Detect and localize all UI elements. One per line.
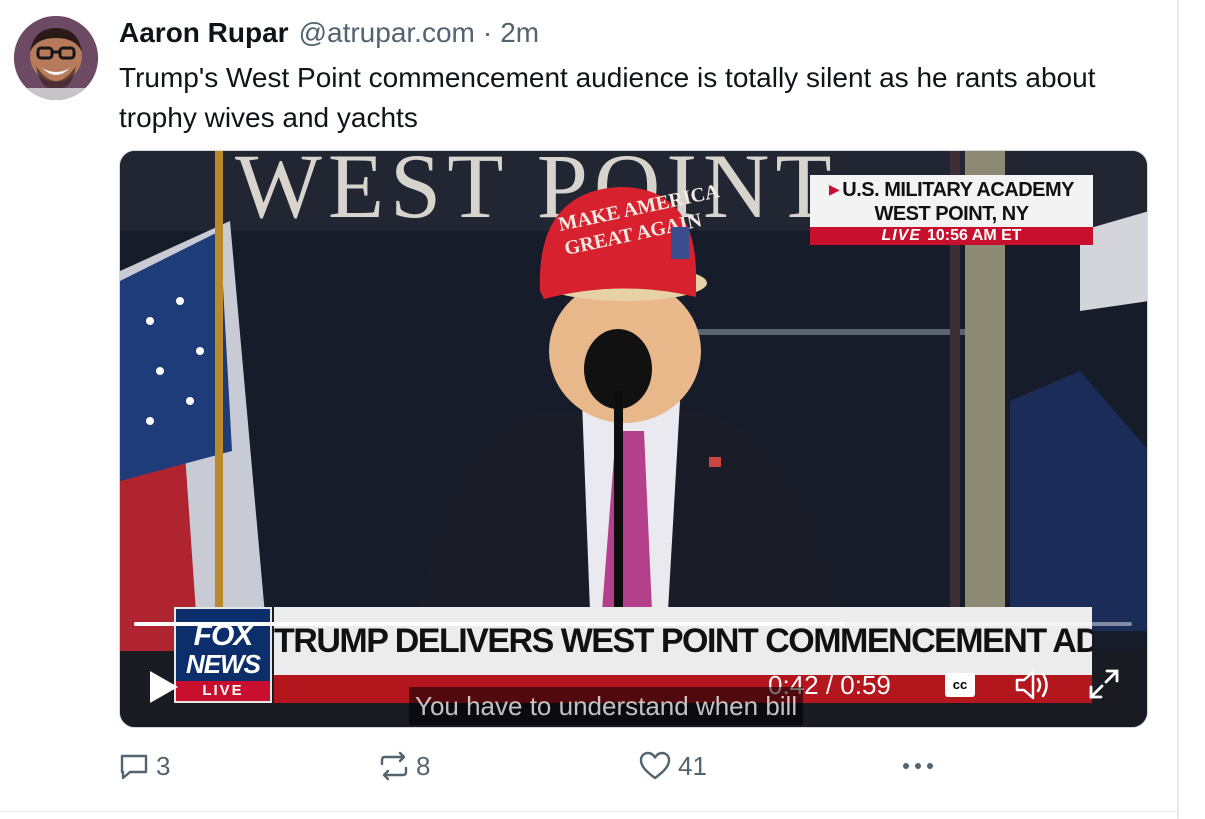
location-bug: ▶ U.S. MILITARY ACADEMY WEST POINT, NY LI…	[810, 175, 1093, 245]
play-button[interactable]	[146, 667, 182, 707]
post-text: Trump's West Point commencement audience…	[119, 62, 1096, 133]
header-separator: ·	[482, 17, 493, 48]
like-count: 41	[678, 750, 707, 781]
location-line-1: U.S. MILITARY ACADEMY	[842, 179, 1074, 201]
author-handle[interactable]: @atrupar.com	[299, 17, 475, 49]
backdrop-text: WEST POINT	[235, 151, 838, 237]
reply-button[interactable]: 3	[118, 746, 170, 786]
logo-news: NEWS	[186, 649, 261, 679]
logo-live: LIVE	[176, 681, 270, 701]
video-player[interactable]: WEST POINT MAKE AMERICA GREAT AGAIN ▶ U.…	[119, 150, 1148, 728]
fullscreen-button[interactable]	[1087, 667, 1121, 701]
location-line-2: WEST POINT, NY	[874, 203, 1029, 225]
fullscreen-icon	[1089, 669, 1119, 699]
play-icon	[150, 671, 178, 703]
reply-count: 3	[156, 750, 171, 781]
more-options-button[interactable]	[898, 746, 944, 786]
captions-button[interactable]: cc	[945, 673, 975, 697]
bug-triangle-icon: ▶	[828, 181, 840, 197]
volume-button[interactable]	[1013, 669, 1053, 701]
avatar-image	[14, 16, 98, 100]
ellipsis-icon	[903, 763, 933, 769]
live-label: LIVE	[881, 227, 921, 244]
post-actions: 3 8 41	[118, 746, 938, 786]
video-progress-fill	[134, 622, 845, 626]
column-divider	[1177, 0, 1179, 819]
reply-icon	[120, 754, 148, 780]
repost-icon	[380, 751, 408, 781]
chyron-headline: TRUMP DELIVERS WEST POINT COMMENCEMENT A…	[274, 607, 1092, 675]
like-button[interactable]: 41	[638, 746, 707, 786]
post-header: Aaron Rupar @atrupar.com · 2m	[119, 16, 539, 50]
repost-count: 8	[416, 750, 431, 781]
live-time: 10:56 AM ET	[927, 227, 1022, 244]
avatar[interactable]	[14, 16, 98, 100]
author-name[interactable]: Aaron Rupar	[119, 17, 289, 49]
repost-button[interactable]: 8	[378, 746, 430, 786]
post-divider	[0, 811, 1178, 812]
volume-icon	[1015, 670, 1048, 700]
video-progress-bar[interactable]	[134, 622, 1132, 626]
video-subtitle: You have to understand when bill	[409, 687, 804, 725]
post-timestamp[interactable]: 2m	[500, 17, 539, 49]
heart-icon	[639, 751, 671, 780]
